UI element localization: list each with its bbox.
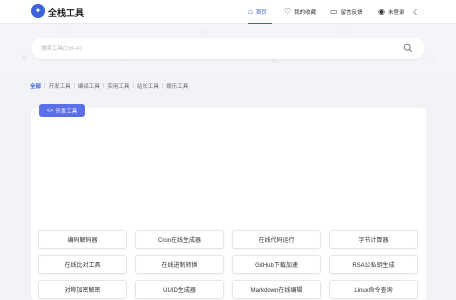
tab-webmaster-tools[interactable]: 站长工具: [137, 82, 159, 90]
tool-grid: 编码解码器 Cron在线生成器 在线代码运行 字节计算器 在线比对工具 在线进制…: [38, 230, 418, 299]
tool-card[interactable]: Linux命令查询: [329, 280, 418, 299]
search-input[interactable]: [41, 38, 391, 59]
decor-cross-icon: ✕: [20, 54, 29, 65]
search-hero: ○ ✕ ○ ✕ ○ ✕ ○: [0, 24, 456, 74]
nav-messages-label: 留言反馈: [340, 10, 363, 16]
nav-messages[interactable]: ▭ 留言反馈: [330, 0, 363, 24]
tool-card[interactable]: Cron在线生成器: [135, 230, 224, 249]
nav-favorites[interactable]: ♡ 我的收藏: [284, 0, 316, 24]
tab-dev-tools[interactable]: 开发工具: [48, 82, 70, 90]
divider: |: [102, 83, 105, 89]
tool-card[interactable]: 编码解码器: [38, 230, 127, 249]
tool-card[interactable]: 在线比对工具: [38, 255, 127, 274]
tool-card[interactable]: 在线进制转换: [135, 255, 224, 274]
tab-compile-tools[interactable]: 编译工具: [78, 82, 100, 90]
divider: |: [161, 83, 164, 89]
category-tabs: 全部 | 开发工具 | 编译工具 | 实用工具 | 站长工具 | 娱乐工具: [30, 82, 188, 90]
section-tag: <> 开发工具: [39, 104, 85, 117]
tool-card[interactable]: GitHub下载加速: [232, 255, 321, 274]
divider: |: [73, 83, 75, 89]
decor-circle-icon: ○: [200, 26, 207, 37]
tool-card[interactable]: RSA公私钥生成: [329, 255, 418, 274]
divider: |: [44, 83, 46, 89]
nav-login[interactable]: ◉ 未登录: [378, 0, 405, 24]
tab-all[interactable]: 全部: [30, 82, 41, 90]
nav-favorites-label: 我的收藏: [294, 10, 317, 16]
code-icon: <>: [46, 107, 54, 114]
header: ✦ 全栈工具 ⌂ 首页 ♡ 我的收藏 ▭ 留言反馈 ◉ 未登录 ☾: [0, 0, 456, 24]
search-box: [31, 38, 425, 59]
tab-fun-tools[interactable]: 娱乐工具: [166, 82, 188, 90]
site-title[interactable]: 全栈工具: [48, 6, 84, 19]
search-icon[interactable]: [403, 43, 413, 53]
decor-circle-icon: ○: [430, 54, 437, 65]
logo-icon[interactable]: ✦: [31, 4, 45, 18]
tool-card[interactable]: Markdown在线编辑: [232, 280, 321, 299]
tab-utility-tools[interactable]: 实用工具: [107, 82, 129, 90]
tool-card[interactable]: UUID生成器: [135, 280, 224, 299]
nav-home[interactable]: ⌂ 首页: [248, 0, 272, 24]
message-icon: ▭: [330, 7, 338, 16]
home-icon: ⌂: [248, 7, 253, 16]
section-tag-label: 开发工具: [55, 108, 78, 115]
tool-card[interactable]: 字节计算器: [329, 230, 418, 249]
tool-card[interactable]: 在线代码运行: [232, 230, 321, 249]
divider: |: [132, 83, 134, 89]
heart-icon: ♡: [284, 7, 292, 16]
theme-toggle-icon[interactable]: ☾: [413, 0, 420, 24]
user-icon: ◉: [378, 7, 385, 16]
tool-card[interactable]: 对称加密解密: [38, 280, 127, 299]
nav-login-label: 未登录: [387, 10, 405, 16]
nav-home-label: 首页: [255, 10, 267, 16]
